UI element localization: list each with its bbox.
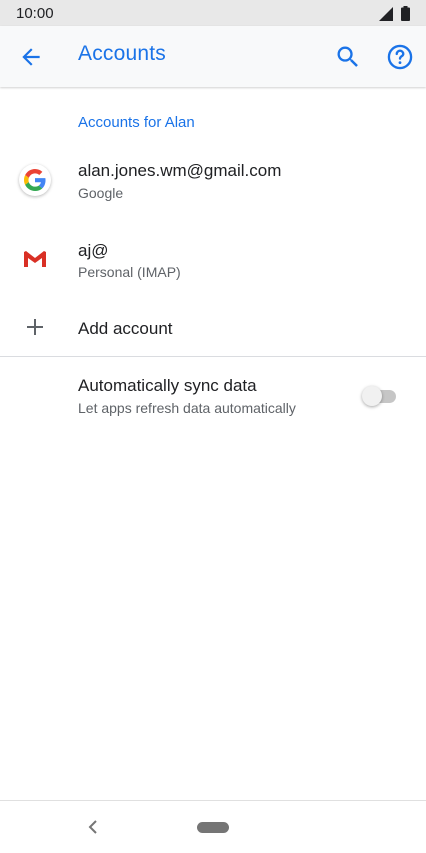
account-email: aj@ <box>78 241 109 260</box>
status-bar: 10:00 <box>0 0 426 26</box>
status-time: 10:00 <box>16 5 54 22</box>
app-bar: Accounts <box>0 26 426 87</box>
account-row-google[interactable]: alan.jones.wm@gmail.com Google <box>0 150 426 212</box>
google-icon-wrapper <box>18 163 52 197</box>
account-email: alan.jones.wm@gmail.com <box>78 161 282 180</box>
add-account-button[interactable]: Add account <box>0 306 426 350</box>
search-icon[interactable] <box>334 43 362 71</box>
section-header-accounts: Accounts for Alan <box>78 114 195 131</box>
plus-icon-wrapper <box>18 310 52 344</box>
battery-icon <box>401 6 410 21</box>
auto-sync-toggle[interactable] <box>362 386 396 406</box>
auto-sync-title: Automatically sync data <box>78 376 257 395</box>
status-icons <box>379 6 410 21</box>
divider <box>0 356 426 357</box>
add-account-label: Add account <box>78 319 173 338</box>
home-pill[interactable] <box>197 822 229 833</box>
gmail-icon-wrapper <box>18 242 52 276</box>
auto-sync-subtitle: Let apps refresh data automatically <box>78 400 296 416</box>
plus-icon <box>27 319 43 335</box>
help-icon[interactable] <box>386 43 414 71</box>
google-icon <box>19 164 51 196</box>
account-row-imap[interactable]: aj@ Personal (IMAP) <box>0 230 426 292</box>
account-type: Personal (IMAP) <box>78 264 181 280</box>
back-arrow-icon[interactable] <box>18 44 44 70</box>
page-title: Accounts <box>78 42 166 65</box>
account-type: Google <box>78 185 124 201</box>
signal-icon <box>379 6 393 21</box>
gmail-icon <box>23 250 47 268</box>
navigation-bar <box>0 800 426 853</box>
toggle-thumb <box>362 386 382 406</box>
nav-back-icon[interactable] <box>84 817 102 837</box>
